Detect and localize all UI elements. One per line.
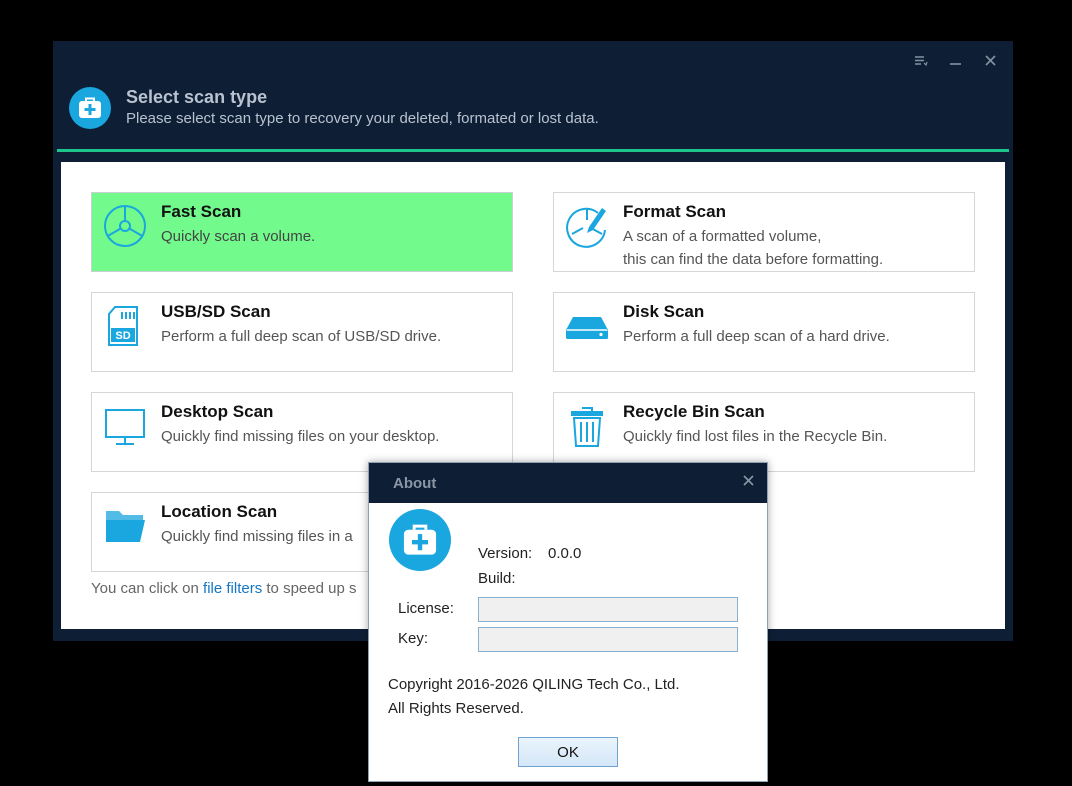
key-field[interactable] [478, 627, 738, 652]
close-icon[interactable] [742, 472, 755, 492]
copyright: Copyright 2016-2026 QILING Tech Co., Ltd… [388, 673, 680, 721]
file-filters-link[interactable]: file filters [203, 580, 262, 597]
folder-icon [102, 503, 148, 549]
card-description: Quickly scan a volume. [161, 228, 316, 245]
license-label: License: [398, 600, 454, 617]
about-title: About [393, 475, 437, 492]
format-scan-card[interactable]: Format Scan A scan of a formatted volume… [553, 192, 975, 272]
about-dialog: About Version: 0.0.0 Build: License: Key… [368, 462, 768, 782]
menu-icon[interactable] [912, 53, 929, 70]
hint-prefix: You can click on [91, 580, 204, 597]
card-title: Format Scan [623, 202, 726, 221]
version-label: Version: [478, 545, 533, 562]
hint-suffix: to speed up s [262, 580, 357, 597]
key-label: Key: [398, 630, 429, 647]
sd-card-icon: SD [102, 303, 148, 349]
filter-hint: You can click on file filters to speed u… [91, 580, 356, 597]
version-value: 0.0.0 [548, 545, 582, 562]
format-scan-icon [564, 203, 610, 249]
card-description: Perform a full deep scan of a hard drive… [623, 328, 890, 345]
card-description: A scan of a formatted volume, this can f… [623, 228, 884, 268]
pie-scan-icon [102, 203, 148, 249]
card-title: Recycle Bin Scan [623, 402, 765, 421]
window-controls [912, 53, 999, 70]
card-title: Fast Scan [161, 202, 242, 221]
close-icon[interactable] [982, 53, 999, 70]
disk-scan-card[interactable]: Disk Scan Perform a full deep scan of a … [553, 292, 975, 372]
recycle-bin-scan-card[interactable]: Recycle Bin Scan Quickly find lost files… [553, 392, 975, 472]
card-description: Quickly find missing files in a [161, 528, 353, 545]
app-logo-icon [389, 509, 451, 571]
hard-drive-icon [564, 303, 610, 349]
minimize-icon[interactable] [947, 53, 964, 70]
about-titlebar[interactable]: About [369, 463, 767, 503]
usb-sd-scan-card[interactable]: SD USB/SD Scan Perform a full deep scan … [91, 292, 513, 372]
page-subtitle: Please select scan type to recovery your… [126, 110, 599, 127]
license-field[interactable] [478, 597, 738, 622]
card-description: Quickly find missing files on your deskt… [161, 428, 440, 445]
header-divider [57, 149, 1009, 152]
build-label: Build: [478, 570, 516, 587]
card-title: USB/SD Scan [161, 302, 271, 321]
rights-line: All Rights Reserved. [388, 700, 524, 717]
monitor-icon [102, 403, 148, 449]
card-title: Disk Scan [623, 302, 705, 321]
card-title: Location Scan [161, 502, 278, 521]
copyright-line: Copyright 2016-2026 QILING Tech Co., Ltd… [388, 676, 680, 693]
desktop-scan-card[interactable]: Desktop Scan Quickly find missing files … [91, 392, 513, 472]
recycle-bin-icon [564, 403, 610, 449]
svg-text:SD: SD [115, 330, 130, 342]
ok-button[interactable]: OK [518, 737, 618, 767]
fast-scan-card[interactable]: Fast Scan Quickly scan a volume. [91, 192, 513, 272]
card-description: Quickly find lost files in the Recycle B… [623, 428, 888, 445]
app-logo-icon [69, 87, 111, 129]
page-title: Select scan type [126, 87, 268, 107]
card-description: Perform a full deep scan of USB/SD drive… [161, 328, 442, 345]
card-title: Desktop Scan [161, 402, 274, 421]
